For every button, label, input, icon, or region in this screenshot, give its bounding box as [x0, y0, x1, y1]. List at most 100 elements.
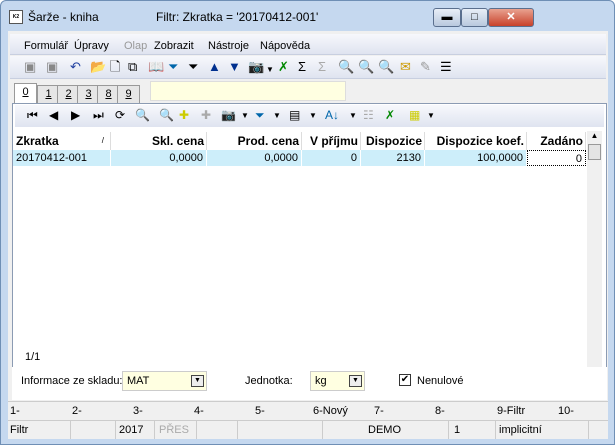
column-header-zadano[interactable]: Zadáno [527, 132, 586, 150]
dropdown-icon[interactable]: ▼ [349, 111, 357, 120]
unit-value: kg [315, 375, 327, 387]
mail-icon[interactable]: ✉ [400, 59, 411, 75]
scroll-thumb[interactable] [588, 144, 601, 160]
chevron-down-icon[interactable]: ▼ [191, 375, 204, 387]
filter-list-icon[interactable]: ⏷ [188, 59, 198, 75]
cell-zadano[interactable]: 0 [527, 150, 586, 166]
save-icon[interactable]: ▣ [24, 59, 36, 75]
dropdown-icon[interactable]: ▼ [309, 111, 317, 120]
menu-bar: Formulář Úpravy Olap Zobrazit Nástroje N… [10, 34, 606, 55]
edit-icon[interactable]: ✎ [420, 59, 431, 75]
fkey-8[interactable]: 8- [435, 405, 445, 417]
first-record-icon[interactable]: ⏮ [27, 108, 38, 123]
new-document-icon[interactable]: 🗋 [110, 59, 120, 75]
filter-icon[interactable]: ⏷ [255, 108, 265, 123]
sort-indicator-icon: / [101, 136, 104, 145]
sum-icon[interactable]: Σ [298, 59, 306, 75]
store-combo[interactable]: MAT ▼ [122, 371, 207, 391]
last-record-icon[interactable]: ⏭ [93, 108, 104, 123]
book-icon[interactable]: 📖 [148, 59, 164, 75]
menu-lines-icon[interactable]: ☰ [440, 59, 452, 75]
tab-0[interactable]: 0 [14, 83, 37, 103]
fkey-3[interactable]: 3- [133, 405, 143, 417]
main-toolbar: ▣ ▣ ↶ 📂 🗋 ⧉ 📖 ⏷ ⏷ ▲ ▼ 📷 ▼ ✗ Σ Σ 🔍 🔍 🔍 ✉ … [10, 56, 606, 79]
sum-disabled-icon[interactable]: Σ [318, 59, 326, 75]
store-label: Informace ze skladu: [21, 375, 123, 387]
window-title: Šarže - kniha [28, 10, 99, 24]
fkey-7[interactable]: 7- [374, 405, 384, 417]
menu-olap[interactable]: Olap [124, 40, 147, 52]
save-as-icon[interactable]: ▣ [46, 59, 58, 75]
sort-az-icon[interactable]: A↓ [325, 108, 339, 122]
fkey-10[interactable]: 10- [558, 405, 574, 417]
excel-icon[interactable]: ✗ [385, 108, 395, 122]
status-database: DEMO [368, 424, 401, 436]
cell-v-prijmu[interactable]: 0 [302, 150, 361, 166]
column-header-dispozice-koef[interactable]: Dispozice koef. [425, 132, 527, 150]
camera-icon[interactable]: 📷 [248, 59, 264, 75]
binoculars-icon[interactable]: 🔍 [135, 108, 150, 122]
menu-formular[interactable]: Formulář [24, 40, 68, 52]
cell-dispozice[interactable]: 2130 [361, 150, 425, 166]
find-prev-icon[interactable]: 🔍 [358, 59, 374, 75]
cell-dispozice-koef[interactable]: 100,0000 [425, 150, 527, 166]
fkey-4[interactable]: 4- [194, 405, 204, 417]
column-header-zkratka[interactable]: Zkratka / [13, 132, 111, 150]
camera-icon[interactable]: 📷 [221, 108, 236, 122]
nonzero-checkbox[interactable]: ✔ [399, 374, 411, 386]
cell-skl-cena[interactable]: 0,0000 [111, 150, 207, 166]
excel-icon[interactable]: ✗ [278, 59, 289, 75]
report-icon[interactable]: ▦ [409, 108, 420, 122]
vertical-scrollbar[interactable]: ▲ [587, 131, 602, 371]
remove-icon[interactable]: ✚ [201, 108, 211, 122]
filter-icon[interactable]: ⏷ [168, 59, 178, 75]
column-header-skl-cena[interactable]: Skl. cena [111, 132, 207, 150]
copy-icon[interactable]: ⧉ [128, 59, 137, 75]
open-folder-icon[interactable]: 📂 [90, 59, 106, 75]
column-header-prod-cena[interactable]: Prod. cena [207, 132, 302, 150]
dropdown-icon[interactable]: ▼ [241, 111, 249, 120]
column-header-dispozice[interactable]: Dispozice [361, 132, 425, 150]
grid-toolbar: ⏮ ◀ ▶ ⏭ ⟳ 🔍 🔍 ✚ ✚ 📷 ▼ ⏷ ▼ ▤ ▼ A↓ ▼ ☷ ✗ ▦… [15, 105, 604, 127]
binoculars-icon[interactable]: 🔍 [338, 59, 354, 75]
menu-zobrazit[interactable]: Zobrazit [154, 40, 194, 52]
function-key-bar: 1- 2- 3- 4- 5- 6-Nový 7- 8- 9-Filtr 10- [8, 401, 608, 419]
fkey-6[interactable]: 6-Nový [313, 405, 348, 417]
status-filter: Filtr [10, 424, 29, 436]
unit-combo[interactable]: kg ▼ [310, 371, 365, 391]
fkey-9[interactable]: 9-Filtr [497, 405, 525, 417]
next-record-icon[interactable]: ▶ [71, 108, 80, 122]
maximize-button[interactable]: □ [461, 8, 488, 27]
arrow-down-icon[interactable]: ▼ [228, 59, 241, 75]
minimize-button[interactable]: ▬ [433, 8, 461, 27]
app-icon: K2 [9, 10, 23, 24]
camera-dropdown-icon[interactable]: ▼ [266, 62, 274, 78]
tab-9[interactable]: 9 [117, 85, 140, 103]
prev-record-icon[interactable]: ◀ [49, 108, 58, 122]
add-icon[interactable]: ✚ [179, 108, 189, 122]
arrow-up-icon[interactable]: ▲ [208, 59, 221, 75]
undo-icon[interactable]: ↶ [70, 59, 81, 75]
dropdown-icon[interactable]: ▼ [427, 111, 435, 120]
find-disabled-icon[interactable]: 🔍 [159, 108, 174, 122]
fkey-5[interactable]: 5- [255, 405, 265, 417]
columns-icon[interactable]: ▤ [289, 108, 300, 122]
fkey-1[interactable]: 1- [10, 405, 20, 417]
cell-zkratka[interactable]: 20170412-001 [13, 150, 111, 166]
title-bar: K2 Šarže - kniha Filtr: Zkratka = '20170… [1, 1, 614, 31]
dropdown-icon[interactable]: ▼ [273, 111, 281, 120]
close-button[interactable]: ✕ [488, 8, 534, 27]
status-overwrite: PŘES [159, 424, 189, 436]
cell-prod-cena[interactable]: 0,0000 [207, 150, 302, 166]
column-header-v-prijmu[interactable]: V příjmu [302, 132, 361, 150]
column-label: Zkratka [16, 134, 59, 148]
menu-upravy[interactable]: Úpravy [74, 40, 109, 52]
chevron-down-icon[interactable]: ▼ [349, 375, 362, 387]
scroll-up-icon[interactable]: ▲ [587, 131, 602, 140]
menu-napoveda[interactable]: Nápověda [260, 40, 310, 52]
refresh-icon[interactable]: ⟳ [115, 108, 125, 122]
fkey-2[interactable]: 2- [72, 405, 82, 417]
list-icon[interactable]: ☷ [363, 108, 374, 122]
find-next-icon[interactable]: 🔍 [378, 59, 394, 75]
menu-nastroje[interactable]: Nástroje [208, 40, 249, 52]
